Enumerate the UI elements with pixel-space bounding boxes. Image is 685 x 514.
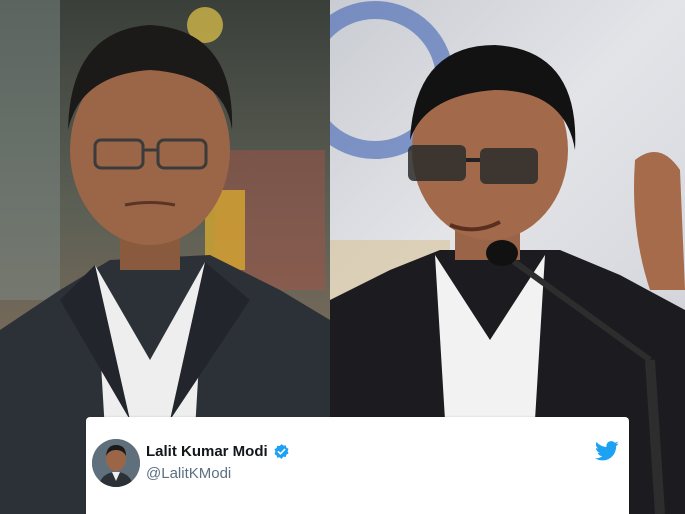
tweet-handle[interactable]: @LalitKModi	[146, 465, 231, 482]
tweet-name-row: Lalit Kumar Modi	[146, 443, 290, 460]
twitter-bird-icon[interactable]	[595, 441, 619, 461]
tweet-card: Lalit Kumar Modi @LalitKModi	[86, 417, 629, 514]
tweet-display-name[interactable]: Lalit Kumar Modi	[146, 443, 268, 460]
collage: Lalit Kumar Modi @LalitKModi	[0, 0, 685, 514]
verified-badge-icon	[273, 443, 290, 460]
avatar[interactable]	[92, 439, 140, 487]
avatar-portrait-icon	[92, 439, 140, 487]
